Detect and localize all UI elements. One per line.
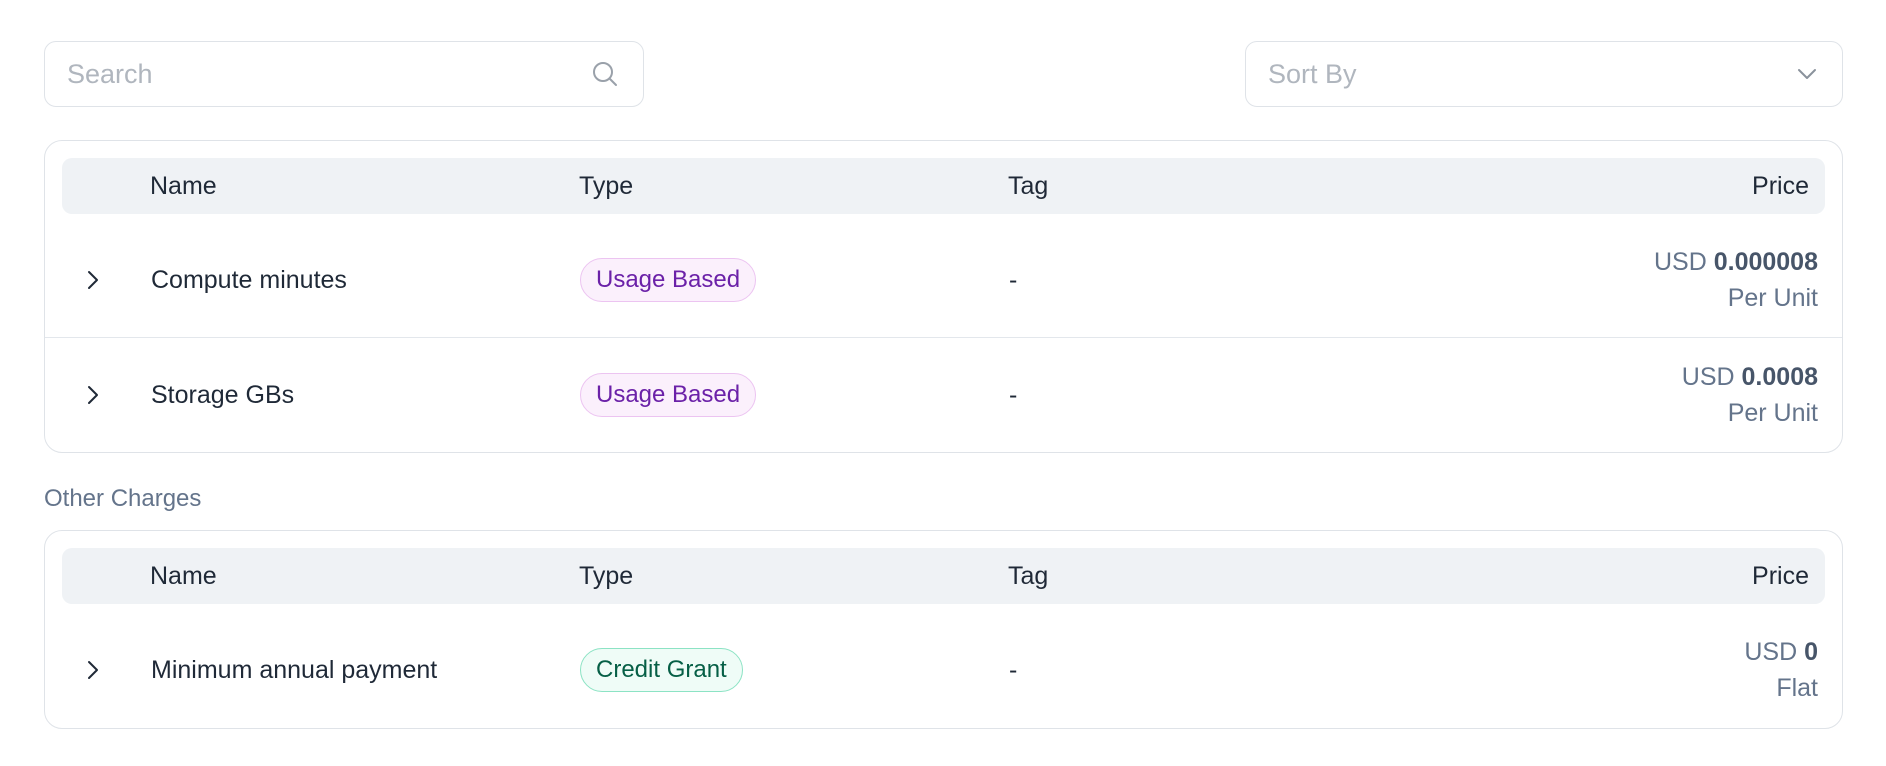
charge-type-cell: Usage Based: [580, 338, 757, 452]
expand-row-chevron-icon[interactable]: [73, 613, 113, 727]
sort-by-label: Sort By: [1268, 58, 1357, 89]
expand-row-chevron-icon[interactable]: [73, 338, 113, 452]
charge-price: USD 0.0008 Per Unit: [1682, 338, 1818, 452]
price-currency: USD: [1681, 363, 1735, 391]
price-amount: 0.0008: [1741, 363, 1818, 391]
charge-name: Storage GBs: [151, 381, 295, 409]
column-header-name: Name: [150, 562, 217, 590]
charge-tag: -: [1009, 381, 1018, 409]
charge-tag: -: [1009, 266, 1018, 294]
column-header-tag: Tag: [1008, 172, 1049, 200]
charge-type-cell: Usage Based: [580, 223, 757, 337]
column-header-name: Name: [150, 172, 217, 200]
column-header-price: Price: [1752, 562, 1809, 590]
pricing-page: Sort By Name Type Tag Price Compute minu…: [0, 0, 1886, 766]
charge-price: USD 0 Flat: [1744, 613, 1818, 727]
charge-name: Compute minutes: [151, 266, 347, 294]
charge-tag: -: [1009, 656, 1018, 684]
table-header: Name Type Tag Price: [62, 158, 1825, 214]
price-unit: Per Unit: [1727, 399, 1818, 427]
price-currency: USD: [1744, 638, 1798, 666]
charge-price: USD 0.000008 Per Unit: [1654, 223, 1818, 337]
type-badge: Credit Grant: [580, 648, 743, 692]
search-input[interactable]: [67, 58, 589, 90]
sort-by-dropdown[interactable]: Sort By: [1245, 41, 1843, 107]
type-badge: Usage Based: [580, 258, 757, 302]
expand-row-chevron-icon[interactable]: [73, 223, 113, 337]
price-currency: USD: [1653, 248, 1707, 276]
other-charges-heading: Other Charges: [44, 485, 202, 512]
price-unit: Per Unit: [1727, 284, 1818, 312]
charge-type-cell: Credit Grant: [580, 613, 743, 727]
table-row: Minimum annual payment Credit Grant - US…: [45, 613, 1842, 727]
charge-name: Minimum annual payment: [151, 656, 438, 684]
column-header-type: Type: [579, 172, 634, 200]
search-box[interactable]: [44, 41, 644, 107]
search-icon[interactable]: [589, 58, 621, 90]
table-header: Name Type Tag Price: [62, 548, 1825, 604]
chevron-down-icon: [1794, 61, 1820, 87]
price-unit: Flat: [1776, 674, 1818, 702]
column-header-price: Price: [1752, 172, 1809, 200]
price-amount: 0.000008: [1713, 248, 1818, 276]
column-header-tag: Tag: [1008, 562, 1049, 590]
price-amount: 0: [1804, 638, 1818, 666]
column-header-type: Type: [579, 562, 634, 590]
usage-charges-table: Name Type Tag Price Compute minutes Usag…: [44, 140, 1843, 453]
type-badge: Usage Based: [580, 373, 757, 417]
table-row: Compute minutes Usage Based - USD 0.0000…: [45, 223, 1842, 337]
table-row: Storage GBs Usage Based - USD 0.0008 Per…: [45, 337, 1842, 451]
other-charges-table: Name Type Tag Price Minimum annual payme…: [44, 530, 1843, 729]
